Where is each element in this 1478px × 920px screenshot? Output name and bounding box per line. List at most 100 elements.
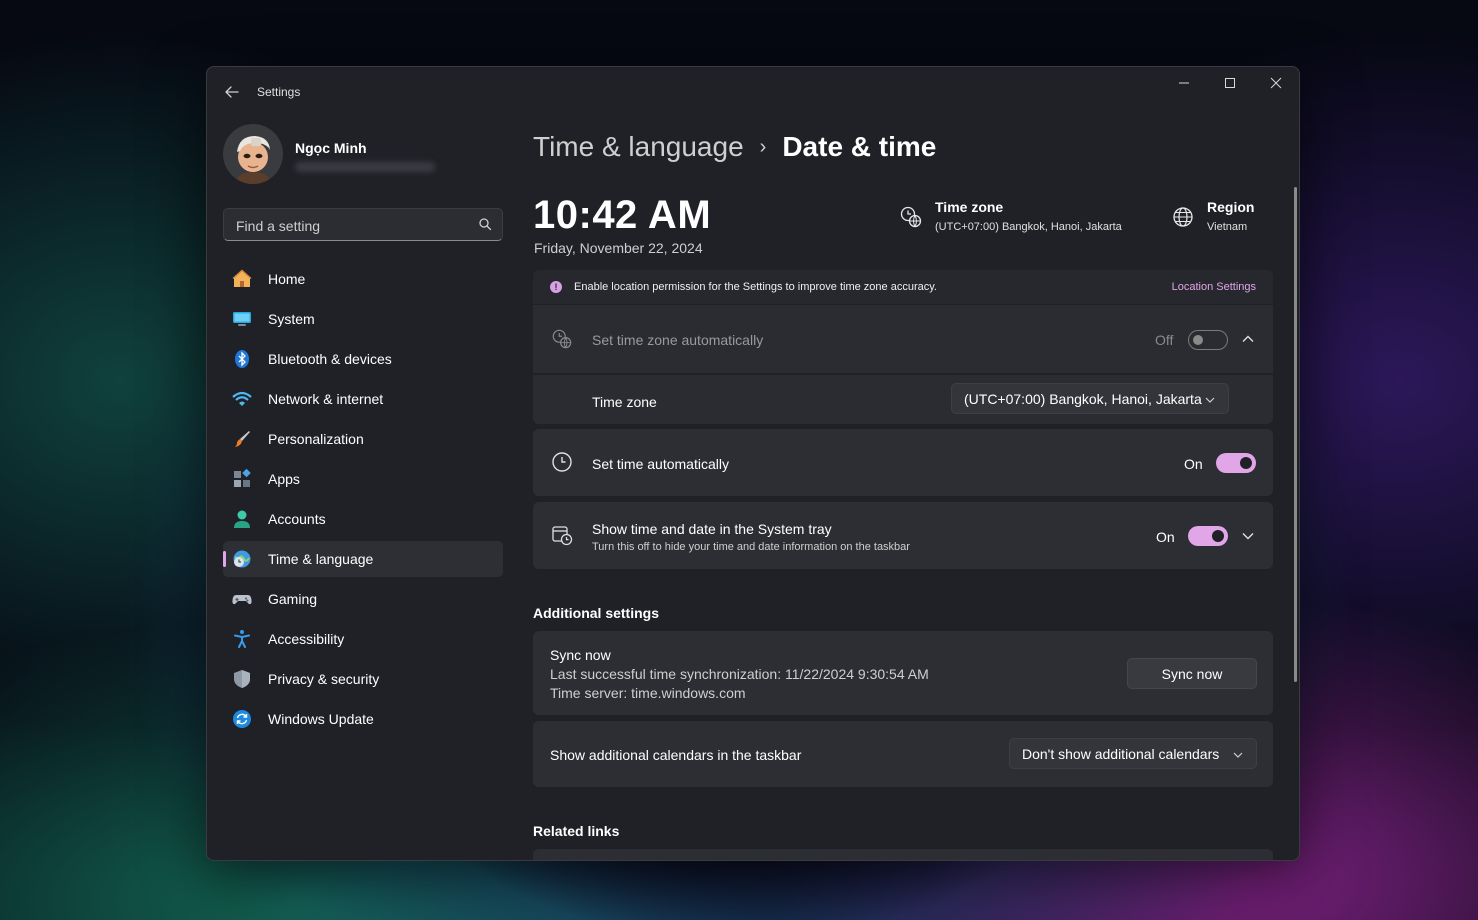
home-icon — [232, 269, 252, 289]
timezone-dropdown-value: (UTC+07:00) Bangkok, Hanoi, Jakarta — [964, 390, 1202, 407]
network-icon — [232, 389, 252, 409]
page-title: Date & time — [782, 131, 937, 162]
breadcrumb-parent[interactable]: Time & language — [533, 131, 744, 163]
sync-time-server: Time server: time.windows.com — [550, 685, 746, 701]
calendars-label: Show additional calendars in the taskbar — [550, 747, 802, 763]
auto-time-card[interactable]: Set time automatically On — [533, 429, 1273, 496]
clock-icon — [551, 451, 573, 473]
sidebar-item-network[interactable]: Network & internet — [223, 381, 503, 417]
system-tray-toggle[interactable] — [1188, 526, 1228, 546]
auto-time-toggle[interactable] — [1216, 453, 1256, 473]
sidebar-item-windows-update[interactable]: Windows Update — [223, 701, 503, 737]
user-profile[interactable]: Ngọc Minh — [223, 124, 513, 186]
auto-timezone-toggle[interactable] — [1188, 330, 1228, 350]
chevron-up-icon[interactable] — [1241, 332, 1255, 346]
breadcrumb: Time & language › Date & time — [533, 127, 936, 167]
timezone-summary-value: (UTC+07:00) Bangkok, Hanoi, Jakarta — [935, 221, 1122, 233]
timezone-row: Time zone (UTC+07:00) Bangkok, Hanoi, Ja… — [533, 374, 1273, 424]
minimize-button[interactable] — [1161, 67, 1207, 99]
settings-window: Settings Ngọc Minh Find a setting Home S… — [206, 66, 1300, 861]
brush-icon — [232, 429, 252, 449]
sidebar-item-label: Apps — [268, 471, 300, 487]
sidebar-item-label: Bluetooth & devices — [268, 351, 392, 367]
related-links-heading: Related links — [533, 823, 620, 839]
sidebar-item-label: System — [268, 311, 315, 327]
scrollbar[interactable] — [1294, 187, 1297, 682]
auto-time-label: Set time automatically — [592, 456, 729, 472]
info-icon: ! — [550, 281, 562, 293]
calendars-dropdown-value: Don't show additional calendars — [1022, 745, 1220, 762]
sync-title: Sync now — [550, 647, 611, 663]
system-tray-label: Show time and date in the System tray — [592, 521, 832, 537]
sidebar-item-label: Personalization — [268, 431, 364, 447]
maximize-button[interactable] — [1207, 67, 1253, 99]
chevron-down-icon[interactable] — [1241, 529, 1255, 543]
current-date: Friday, November 22, 2024 — [534, 240, 703, 256]
region-summary: Region Vietnam — [1171, 199, 1254, 233]
region-summary-value: Vietnam — [1207, 221, 1248, 233]
sync-now-button[interactable]: Sync now — [1127, 658, 1257, 689]
sync-card: Sync now Last successful time synchroniz… — [533, 631, 1273, 715]
title-bar: Settings — [207, 67, 1299, 115]
sidebar-nav: Home System Bluetooth & devices Network … — [223, 261, 503, 741]
sidebar-item-label: Accounts — [268, 511, 326, 527]
timezone-dropdown[interactable]: (UTC+07:00) Bangkok, Hanoi, Jakarta — [951, 383, 1229, 414]
chevron-down-icon — [1204, 393, 1216, 405]
accounts-icon — [232, 509, 252, 529]
main-content: Time & language › Date & time 10:42 AM F… — [533, 115, 1273, 860]
current-time: 10:42 AM — [533, 193, 712, 237]
timezone-summary-title: Time zone — [935, 199, 1004, 215]
system-tray-card[interactable]: Show time and date in the System tray Tu… — [533, 502, 1273, 569]
close-icon — [1270, 77, 1282, 89]
region-summary-title: Region — [1207, 199, 1255, 215]
timezone-row-label: Time zone — [592, 394, 657, 410]
system-tray-description: Turn this off to hide your time and date… — [592, 541, 910, 553]
user-email-blurred — [295, 162, 435, 172]
sidebar-item-label: Gaming — [268, 591, 318, 607]
sidebar-item-label: Time & language — [268, 551, 374, 567]
calendar-clock-icon — [551, 524, 573, 546]
sidebar-item-label: Home — [268, 271, 306, 287]
sidebar-item-accessibility[interactable]: Accessibility — [223, 621, 503, 657]
bluetooth-icon — [232, 349, 252, 369]
auto-timezone-card[interactable]: Set time zone automatically Off — [533, 305, 1273, 373]
minimize-icon — [1179, 82, 1189, 84]
shield-icon — [232, 669, 252, 689]
sidebar-item-system[interactable]: System — [223, 301, 503, 337]
auto-time-state: On — [1184, 456, 1203, 472]
sidebar-item-gaming[interactable]: Gaming — [223, 581, 503, 617]
auto-timezone-state: Off — [1155, 332, 1174, 348]
search-icon[interactable] — [478, 217, 492, 231]
maximize-icon — [1225, 78, 1235, 88]
sidebar-item-home[interactable]: Home — [223, 261, 503, 297]
globe-icon — [1171, 205, 1195, 229]
gamepad-icon — [232, 589, 252, 609]
sidebar-item-label: Accessibility — [268, 631, 345, 647]
location-settings-link[interactable]: Location Settings — [1172, 281, 1256, 293]
sidebar-item-label: Windows Update — [268, 711, 374, 727]
close-button[interactable] — [1253, 67, 1299, 99]
search-input[interactable] — [234, 209, 468, 242]
sidebar-item-label: Privacy & security — [268, 671, 380, 687]
system-tray-state: On — [1156, 529, 1175, 545]
user-name: Ngọc Minh — [295, 140, 367, 156]
sidebar-item-privacy[interactable]: Privacy & security — [223, 661, 503, 697]
calendars-card: Show additional calendars in the taskbar… — [533, 721, 1273, 787]
app-title: Settings — [257, 85, 301, 99]
sync-last-time: Last successful time synchronization: 11… — [550, 666, 929, 682]
calendars-dropdown[interactable]: Don't show additional calendars — [1009, 738, 1257, 769]
related-links-card[interactable] — [533, 849, 1273, 860]
back-arrow-icon[interactable] — [221, 81, 243, 103]
search-box[interactable] — [223, 208, 503, 242]
sidebar-item-accounts[interactable]: Accounts — [223, 501, 503, 537]
sidebar-item-personalization[interactable]: Personalization — [223, 421, 503, 457]
accessibility-icon — [232, 629, 252, 649]
sidebar-item-apps[interactable]: Apps — [223, 461, 503, 497]
globe-clock-icon — [551, 328, 573, 350]
sidebar-item-time-language[interactable]: Time & language — [223, 541, 503, 577]
auto-timezone-label: Set time zone automatically — [592, 332, 764, 348]
sidebar-item-bluetooth[interactable]: Bluetooth & devices — [223, 341, 503, 377]
additional-settings-heading: Additional settings — [533, 605, 659, 621]
banner-text: Enable location permission for the Setti… — [574, 281, 937, 293]
globe-clock-icon — [899, 205, 923, 229]
